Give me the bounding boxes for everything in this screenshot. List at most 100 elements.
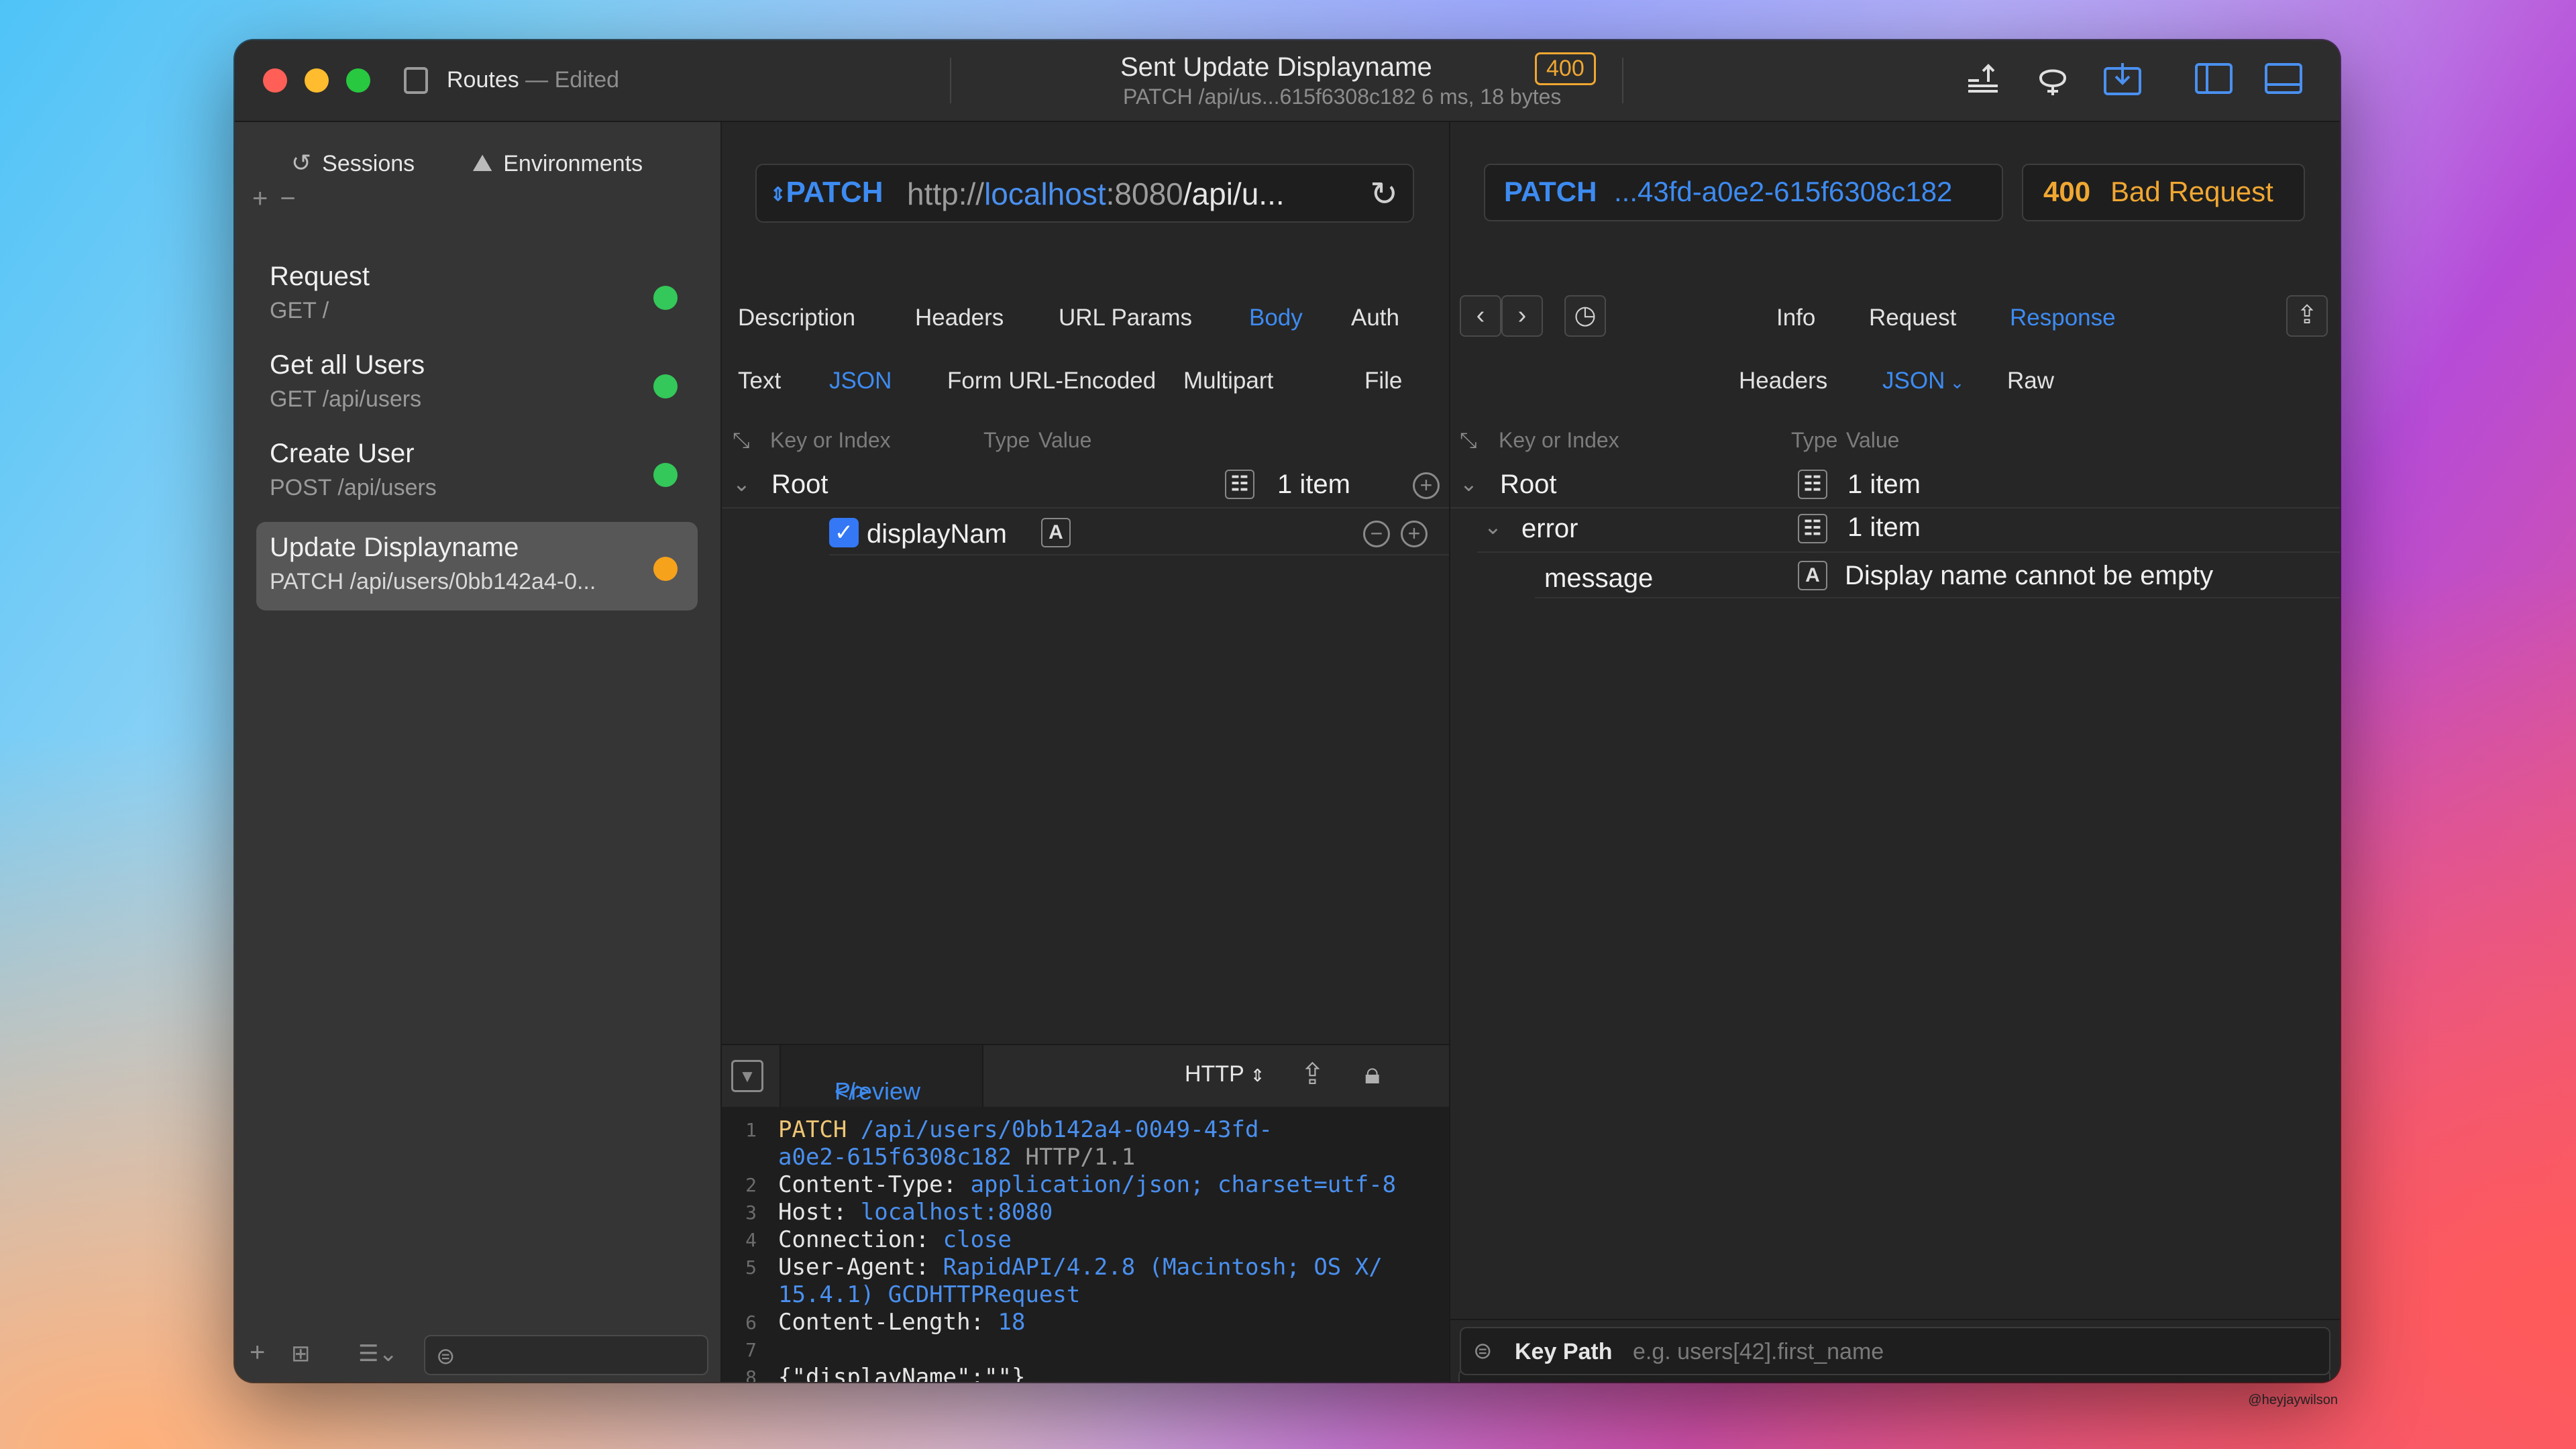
- collapse-all-icon[interactable]: ⤡: [733, 428, 750, 453]
- response-url: ...43fd-a0e2-615f6308c182: [1614, 176, 1953, 207]
- field-key[interactable]: displayNam: [867, 519, 1007, 549]
- toggle-bottom-panel-icon[interactable]: [2263, 62, 2304, 99]
- field-enabled-checkbox[interactable]: ✓: [829, 518, 859, 547]
- method-selector[interactable]: ⇕PATCH: [770, 176, 883, 209]
- code-text: Host: localhost:8080: [778, 1199, 1053, 1226]
- new-group-icon[interactable]: ⊞: [291, 1340, 311, 1367]
- send-request-icon[interactable]: ↻: [1370, 174, 1398, 213]
- request-item[interactable]: Get all Users GET /api/users: [256, 339, 698, 428]
- close-window-button[interactable]: [263, 68, 287, 93]
- tab-file[interactable]: File: [1364, 368, 1402, 394]
- sidebar: ↺ Sessions ⛰ Environments +− Request GET /…: [235, 122, 722, 1382]
- chevron-down-icon[interactable]: ⌄: [1460, 471, 1478, 496]
- environments-tab[interactable]: ⛰ Environments: [472, 149, 643, 178]
- share-response-button[interactable]: ⇪: [2286, 295, 2328, 337]
- request-name: Create User: [270, 439, 415, 468]
- code-text: Content-Length: 18: [778, 1309, 1026, 1336]
- body-field-row[interactable]: ✓ displayNam A − +: [829, 510, 1449, 555]
- tab-headers[interactable]: Headers: [915, 305, 1004, 331]
- code-text: User-Agent: RapidAPI/4.2.8 (Macintosh; O…: [778, 1254, 1383, 1281]
- chevron-down-icon[interactable]: ⌄: [733, 471, 751, 496]
- root-key: Root: [771, 470, 828, 499]
- sessions-tab[interactable]: ↺ Sessions: [291, 149, 415, 177]
- cookie-jar-icon[interactable]: [2033, 62, 2073, 99]
- object-type-icon[interactable]: ☷: [1225, 470, 1254, 499]
- lock-icon[interactable]: 🔒︎: [1364, 1057, 1380, 1091]
- history-icon: ↺: [291, 149, 312, 176]
- toggle-sidebar-icon[interactable]: [2194, 62, 2234, 99]
- tab-response-json-label: JSON: [1882, 368, 1945, 394]
- zoom-window-button[interactable]: [346, 68, 370, 93]
- tab-form-url-encoded[interactable]: Form URL-Encoded: [947, 368, 1156, 394]
- chevron-down-icon[interactable]: ⌄: [1484, 514, 1502, 539]
- add-request-icon[interactable]: +: [250, 1338, 265, 1368]
- response-method: PATCH: [1504, 176, 1597, 207]
- remove-icon[interactable]: −: [280, 184, 307, 213]
- url-field[interactable]: http://localhost:8080/api/u...: [907, 176, 1285, 212]
- previous-response-button[interactable]: ‹: [1460, 295, 1501, 337]
- document-edited-label: — Edited: [519, 67, 620, 93]
- key-path-input[interactable]: ⊜ Key Path e.g. users[42].first_name: [1460, 1327, 2330, 1375]
- status-title: Sent Update Displayname: [1120, 52, 1432, 82]
- response-url-box[interactable]: PATCH ...43fd-a0e2-615f6308c182: [1484, 164, 2003, 221]
- preview-label: Preview: [835, 1077, 921, 1105]
- tab-response[interactable]: Response: [2010, 305, 2116, 331]
- share-icon[interactable]: ⇪: [1300, 1057, 1325, 1091]
- request-item[interactable]: Request GET /: [256, 251, 698, 339]
- response-root-row[interactable]: ⌄ Root ☷ 1 item: [1450, 463, 2340, 508]
- body-root-row[interactable]: ⌄ Root ☷ 1 item +: [722, 463, 1449, 508]
- message-value: Display name cannot be empty: [1845, 561, 2214, 590]
- minimize-window-button[interactable]: [305, 68, 329, 93]
- preview-format-selector[interactable]: HTTP ⇕: [1185, 1061, 1265, 1087]
- tab-body[interactable]: Body: [1249, 305, 1303, 331]
- tab-request[interactable]: Request: [1869, 305, 1956, 331]
- import-icon[interactable]: [2102, 62, 2143, 99]
- preview-tab[interactable]: </> Preview: [780, 1045, 983, 1107]
- string-type-icon: A: [1798, 561, 1827, 590]
- toolbar-divider: [950, 58, 951, 103]
- add-icon[interactable]: +: [252, 184, 280, 213]
- collapse-preview-icon[interactable]: ▼: [731, 1060, 763, 1092]
- add-field-icon[interactable]: +: [1413, 472, 1440, 499]
- url-bar[interactable]: ⇕PATCH http://localhost:8080/api/u... ↻: [755, 164, 1414, 223]
- response-message-row[interactable]: message A Display name cannot be empty: [1535, 553, 2340, 598]
- tab-auth[interactable]: Auth: [1351, 305, 1399, 331]
- status-subtitle: PATCH /api/us...615f6308c182 6 ms, 18 by…: [1123, 85, 1562, 109]
- request-path: GET /api/users: [270, 386, 422, 412]
- tab-multipart[interactable]: Multipart: [1183, 368, 1273, 394]
- request-name: Update Displayname: [270, 533, 519, 562]
- document-title[interactable]: Routes — Edited: [447, 67, 619, 93]
- add-field-icon[interactable]: +: [1401, 521, 1428, 547]
- remove-field-icon[interactable]: −: [1363, 521, 1390, 547]
- request-item[interactable]: Create User POST /api/users: [256, 428, 698, 517]
- tab-response-json[interactable]: JSON ⌄: [1882, 368, 1964, 394]
- tab-url-params[interactable]: URL Params: [1059, 305, 1192, 331]
- tab-description[interactable]: Description: [738, 305, 855, 331]
- filter-field[interactable]: ⊜: [424, 1335, 708, 1375]
- next-response-button[interactable]: ›: [1501, 295, 1543, 337]
- code-text: Content-Type: application/json; charset=…: [778, 1171, 1397, 1198]
- export-icon[interactable]: [1963, 62, 2003, 99]
- request-item-selected[interactable]: Update Displayname PATCH /api/users/0bb1…: [256, 522, 698, 610]
- url-scheme: http://: [907, 176, 985, 211]
- toolbar-divider: [1622, 58, 1623, 103]
- collapse-all-icon[interactable]: ⤡: [1460, 428, 1477, 453]
- tab-info[interactable]: Info: [1776, 305, 1815, 331]
- method-label: PATCH: [786, 176, 883, 209]
- tab-text[interactable]: Text: [738, 368, 781, 394]
- line-number: 5: [745, 1256, 757, 1279]
- sort-icon[interactable]: ☰⌄: [358, 1340, 398, 1367]
- root-value: 1 item: [1847, 470, 1921, 499]
- tab-response-raw[interactable]: Raw: [2007, 368, 2054, 394]
- tab-response-headers[interactable]: Headers: [1739, 368, 1827, 394]
- history-button[interactable]: ◷: [1564, 295, 1606, 337]
- response-status-box[interactable]: 400 Bad Request: [2022, 164, 2305, 221]
- document-icon: [404, 67, 428, 94]
- column-type: Type: [983, 428, 1030, 452]
- column-type: Type: [1791, 428, 1838, 452]
- tab-json[interactable]: JSON: [829, 368, 892, 394]
- http-preview-code: 1 PATCH /api/users/0bb142a4-0049-43fd-a0e…: [722, 1107, 1449, 1382]
- string-type-icon[interactable]: A: [1041, 518, 1071, 547]
- code-text: 15.4.1) GCDHTTPRequest: [778, 1281, 1081, 1308]
- response-error-row[interactable]: ⌄ error ☷ 1 item: [1477, 507, 2340, 553]
